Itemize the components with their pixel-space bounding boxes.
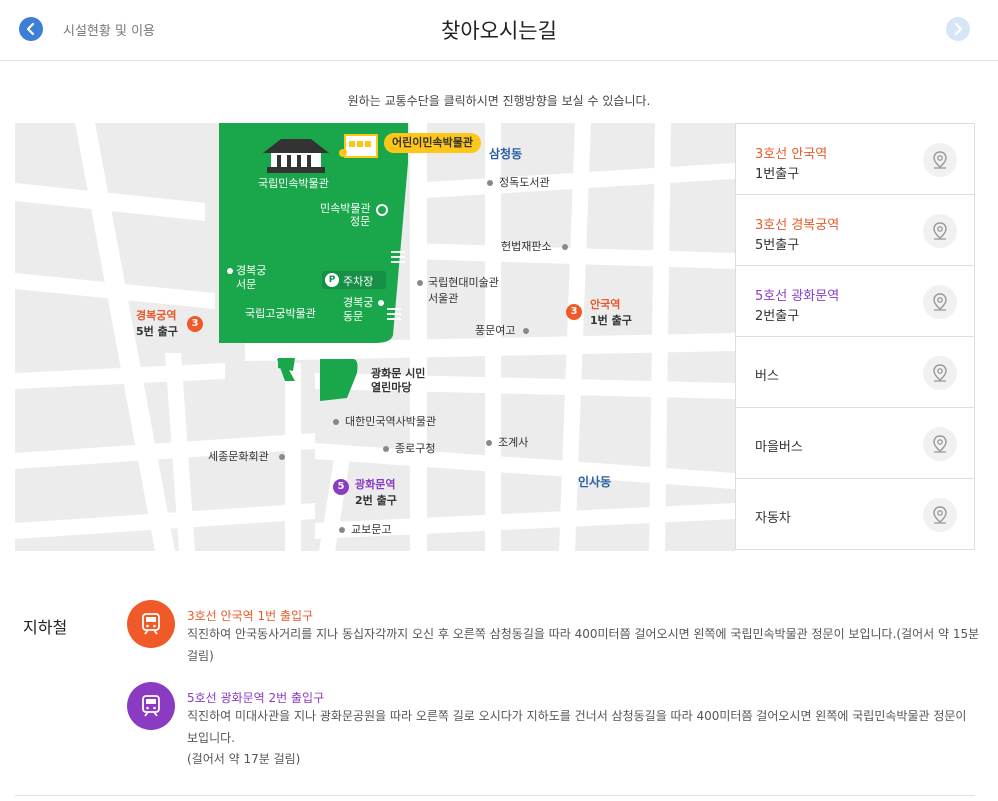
map-label-insadong: 인사동 bbox=[578, 475, 612, 489]
map-label-folk-museum: 국립민속박물관 bbox=[258, 177, 329, 190]
map-label-main-gate-1: 민속박물관 bbox=[320, 202, 371, 215]
map-dot bbox=[562, 244, 568, 250]
map-dot bbox=[339, 527, 345, 533]
location-pin-icon[interactable] bbox=[923, 356, 957, 390]
route-item-village-bus[interactable]: 마을버스 bbox=[735, 408, 975, 479]
location-pin-icon[interactable] bbox=[923, 214, 957, 248]
route-item-car[interactable]: 자동차 bbox=[735, 479, 975, 550]
parking-icon: P bbox=[325, 273, 339, 287]
map-label-parking: 주차장 bbox=[343, 275, 374, 288]
map-label-kyobo: 교보문고 bbox=[351, 523, 392, 536]
route-item-gwanghwamun[interactable]: 5호선 광화문역 2번출구 bbox=[735, 266, 975, 337]
map-label-gh-station[interactable]: 광화문역 bbox=[355, 478, 395, 492]
route-label: 자동차 bbox=[755, 511, 791, 526]
line3-badge: 3 bbox=[187, 316, 203, 332]
map-label-an-station[interactable]: 안국역 bbox=[590, 298, 620, 312]
map-label-palace-museum: 국립고궁박물관 bbox=[245, 307, 316, 320]
subway-route-desc: (걸어서 약 17분 걸림) bbox=[187, 752, 301, 766]
route-item-gyeongbokgung[interactable]: 3호선 경복궁역 5번출구 bbox=[735, 195, 975, 266]
route-exit: 5번출구 bbox=[755, 238, 800, 253]
map-label-west-gate-1: 경복궁 bbox=[236, 264, 267, 277]
map-label-samcheong: 삼청동 bbox=[489, 147, 523, 161]
map-dot bbox=[279, 454, 285, 460]
map-label-jogyesa: 조계사 bbox=[498, 436, 529, 449]
map-dot bbox=[383, 446, 389, 452]
map-dot bbox=[486, 440, 492, 446]
map-dot bbox=[378, 300, 384, 306]
route-label: 버스 bbox=[755, 369, 779, 384]
map-dot bbox=[487, 180, 493, 186]
subway-route-title: 3호선 안국역 1번 출입구 bbox=[187, 609, 314, 623]
location-pin-icon[interactable] bbox=[923, 427, 957, 461]
route-item-bus[interactable]: 버스 bbox=[735, 337, 975, 408]
route-exit: 1번출구 bbox=[755, 167, 800, 182]
map-label-mmca-2: 서울관 bbox=[428, 292, 459, 305]
header: 시설현황 및 이용 찾아오시는길 bbox=[0, 0, 998, 61]
map-label-east-gate-2: 동문 bbox=[343, 310, 364, 323]
location-pin-icon[interactable] bbox=[923, 498, 957, 532]
map-label-west-gate-2: 서문 bbox=[236, 278, 257, 291]
subway-train-icon bbox=[127, 600, 175, 648]
route-item-anguk[interactable]: 3호선 안국역 1번출구 bbox=[735, 123, 975, 195]
transport-list: 3호선 안국역 1번출구 3호선 경복궁역 5번출구 5호선 광화문역 2번출구… bbox=[735, 123, 975, 550]
route-line: 3호선 안국역 bbox=[755, 147, 828, 162]
route-line: 3호선 경복궁역 bbox=[755, 218, 840, 233]
subway-route-desc: 직진하여 미대사관을 지나 광화문공원을 따라 오른쪽 길로 오시다가 지하도를… bbox=[187, 709, 967, 723]
guide-text: 원하는 교통수단을 클릭하시면 진행방향을 보실 수 있습니다. bbox=[347, 94, 651, 108]
children-museum-label[interactable]: 어린이민속박물관 bbox=[384, 133, 481, 153]
map-label-east-gate-1: 경복궁 bbox=[343, 296, 374, 309]
subway-route-desc: 보입니다. bbox=[187, 731, 235, 745]
subway-section-title: 지하철 bbox=[23, 618, 68, 637]
map-label-jongno: 종로구청 bbox=[395, 442, 436, 455]
line5-badge: 5 bbox=[333, 479, 349, 495]
line3-badge: 3 bbox=[566, 304, 582, 320]
chevron-right-icon bbox=[954, 22, 963, 36]
map-label-gb-exit: 5번 출구 bbox=[136, 325, 178, 338]
map-label-jeongdok: 정독도서관 bbox=[499, 176, 550, 189]
route-exit: 2번출구 bbox=[755, 309, 800, 324]
map-label-main-gate-2: 정문 bbox=[350, 215, 371, 228]
map-label-an-exit: 1번 출구 bbox=[590, 314, 632, 327]
location-pin-icon[interactable] bbox=[923, 143, 957, 177]
map-label-plaza-1: 광화문 시민 bbox=[371, 367, 426, 380]
route-line: 5호선 광화문역 bbox=[755, 289, 840, 304]
map-dot bbox=[333, 419, 339, 425]
location-pin-icon[interactable] bbox=[923, 285, 957, 319]
forward-button[interactable] bbox=[946, 17, 970, 41]
subway-route-desc: 걸림) bbox=[187, 649, 214, 663]
map-label-gb-station[interactable]: 경복궁역 bbox=[136, 309, 176, 323]
map-dot bbox=[417, 280, 423, 286]
map-label-mmca-1: 국립현대미술관 bbox=[428, 276, 499, 289]
children-museum-icon bbox=[339, 134, 378, 158]
map-label-heonbeop: 헌법재판소 bbox=[501, 240, 552, 253]
map-dot bbox=[376, 204, 388, 216]
map: 어린이민속박물관 국립민속박물관 삼청동 정독도서관 민속박물관 정문 헌법재판… bbox=[15, 123, 735, 551]
map-label-history-museum: 대한민국역사박물관 bbox=[345, 415, 437, 428]
map-dot bbox=[523, 328, 529, 334]
subway-route-desc: 직진하여 안국동사거리를 지나 동십자각까지 오신 후 오른쪽 삼청동길을 따라… bbox=[187, 627, 980, 641]
subway-train-icon bbox=[127, 682, 175, 730]
subway-route-title: 5호선 광화문역 2번 출입구 bbox=[187, 691, 325, 705]
parking-marker: P 주차장 bbox=[322, 271, 386, 289]
map-label-plaza-2: 열린마당 bbox=[371, 381, 412, 394]
map-dot bbox=[227, 268, 233, 274]
page-title: 찾아오시는길 bbox=[441, 19, 557, 43]
route-label: 마을버스 bbox=[755, 440, 803, 455]
divider bbox=[15, 795, 975, 796]
map-label-gh-exit: 2번 출구 bbox=[355, 494, 397, 507]
map-label-pungmun: 풍문여고 bbox=[475, 324, 516, 337]
map-label-sejong: 세종문화회관 bbox=[208, 450, 269, 463]
